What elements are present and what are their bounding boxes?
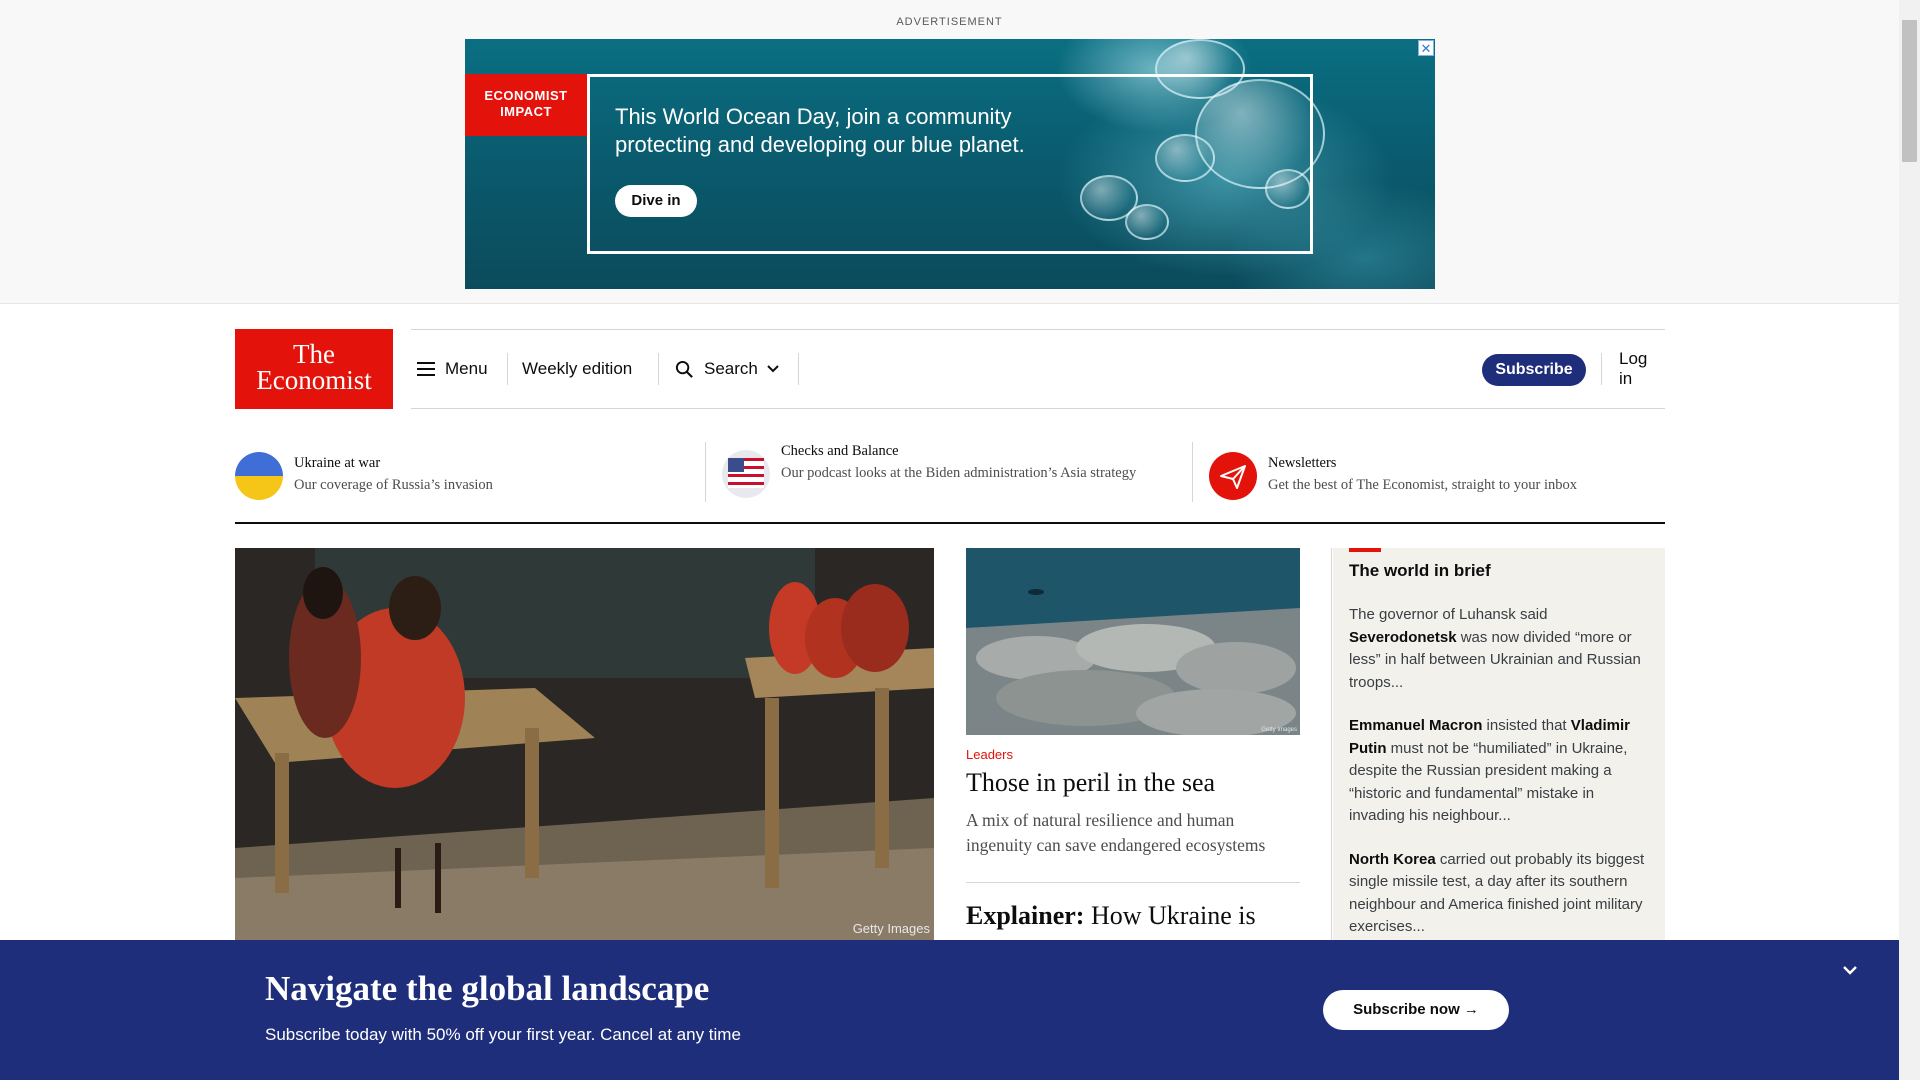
brief-title[interactable]: The world in brief [1349, 560, 1491, 582]
dive-in-button[interactable]: Dive in [615, 185, 697, 217]
promo-title: Ukraine at war [294, 455, 381, 471]
menu-label: Menu [445, 359, 488, 378]
brief-bold: Emmanuel Macron [1349, 717, 1483, 734]
close-icon[interactable]: ✕ [1418, 40, 1434, 56]
search-icon [675, 360, 693, 378]
image-credit: Getty Images [852, 921, 930, 936]
explainer-title: How Ukraine is [1090, 901, 1256, 930]
hamburger-icon [417, 362, 435, 376]
image-credit: Getty Images [1261, 727, 1297, 733]
subscribe-button[interactable]: Subscribe [1482, 354, 1586, 386]
nav-divider [1601, 353, 1602, 385]
weekly-edition-link[interactable]: Weekly edition [522, 330, 632, 408]
promo-strip: Ukraine at war Our coverage of Russia’s … [235, 440, 1665, 524]
brief-text: must not be “humiliated” in Ukraine, des… [1349, 739, 1628, 825]
ad-tag-line2: IMPACT [500, 104, 552, 119]
brief-accent-bar [1349, 548, 1381, 552]
promo-title: Checks and Balance [781, 443, 899, 459]
promo-podcast[interactable]: Checks and Balance Our podcast looks at … [722, 440, 1162, 516]
promo-subtitle: Get the best of The Economist, straight … [1268, 477, 1578, 493]
chevron-down-icon[interactable] [1838, 958, 1862, 982]
banner-headline: Navigate the global landscape [265, 969, 710, 1008]
brief-item[interactable]: The governor of Luhansk said Severodonet… [1349, 604, 1649, 694]
brief-text: The governor of Luhansk said [1349, 606, 1548, 623]
brief-bold: North Korea [1349, 850, 1436, 868]
ad-label: ADVERTISEMENT [896, 16, 1003, 28]
logo-line2: Economist [256, 365, 372, 395]
logo-line1: The [293, 339, 335, 369]
column-divider [966, 882, 1300, 883]
explainer-headline[interactable]: Explainer: How Ukraine is [966, 901, 1300, 931]
ad-region: ADVERTISEMENT ✕ ECONOMIST IMPACT This Wo… [0, 0, 1899, 304]
banner-text: Subscribe today with 50% off your first … [265, 1025, 741, 1044]
promo-ukraine[interactable]: Ukraine at war Our coverage of Russia’s … [235, 452, 493, 528]
ad-banner[interactable]: ✕ ECONOMIST IMPACT This World Ocean Day,… [465, 39, 1435, 289]
world-in-brief: The world in brief The governor of Luhan… [1333, 548, 1665, 940]
promo-title: Newsletters [1268, 455, 1337, 471]
login-link[interactable]: Log in [1619, 330, 1665, 408]
ad-headline-line2: protecting and developing our blue plane… [615, 132, 1025, 157]
seabed-image[interactable]: Getty Images [966, 548, 1300, 735]
column-divider [1331, 548, 1332, 940]
brief-item[interactable]: North Korea carried out probably its big… [1349, 849, 1649, 939]
nav-divider [658, 353, 659, 385]
search-label: Search [704, 359, 758, 378]
nav-divider [798, 353, 799, 385]
menu-button[interactable]: Menu [417, 330, 488, 408]
ad-headline-line1: This World Ocean Day, join a community [615, 104, 1012, 129]
search-button[interactable]: Search [675, 330, 780, 408]
brief-text: insisted that [1482, 717, 1571, 734]
ad-headline: This World Ocean Day, join a community p… [615, 103, 1135, 159]
nav-divider [507, 353, 508, 385]
scrollbar-thumb[interactable] [1902, 20, 1917, 162]
classroom-illustration [235, 548, 934, 940]
article-headline[interactable]: Those in peril in the sea [966, 768, 1300, 798]
promo-divider [1192, 442, 1193, 502]
subscribe-banner: Navigate the global landscape Subscribe … [0, 940, 1899, 1080]
promo-divider [705, 442, 706, 502]
ad-frame [587, 74, 1313, 254]
subscribe-now-button[interactable]: Subscribe now → [1323, 990, 1509, 1030]
promo-subtitle: Our podcast looks at the Biden administr… [781, 465, 1137, 481]
seabed-illustration [966, 548, 1300, 735]
promo-newsletters[interactable]: Newsletters Get the best of The Economis… [1209, 452, 1577, 528]
brief-bold: Severodonetsk [1349, 628, 1457, 646]
economist-impact-tag: ECONOMIST IMPACT [465, 74, 587, 136]
chevron-down-icon [767, 365, 779, 373]
section-label[interactable]: Leaders [966, 747, 1300, 762]
scrollbar[interactable] [1899, 0, 1920, 1080]
ukraine-flag-icon [235, 452, 283, 500]
paper-plane-icon [1209, 452, 1257, 500]
us-flag-icon [722, 450, 770, 498]
economist-logo[interactable]: The Economist [235, 329, 393, 409]
main-nav: Menu Weekly edition Search Subscribe Log… [411, 329, 1665, 409]
hero-image[interactable]: Getty Images [235, 548, 934, 940]
explainer-kicker: Explainer: [966, 901, 1085, 930]
brief-item[interactable]: Emmanuel Macron insisted that Vladimir P… [1349, 715, 1649, 828]
ad-tag-line1: ECONOMIST [484, 88, 568, 103]
article-description: A mix of natural resilience and human in… [966, 810, 1266, 855]
lead-article: Getty Images Leaders Those in peril in t… [966, 548, 1300, 931]
promo-subtitle: Our coverage of Russia’s invasion [294, 477, 493, 493]
